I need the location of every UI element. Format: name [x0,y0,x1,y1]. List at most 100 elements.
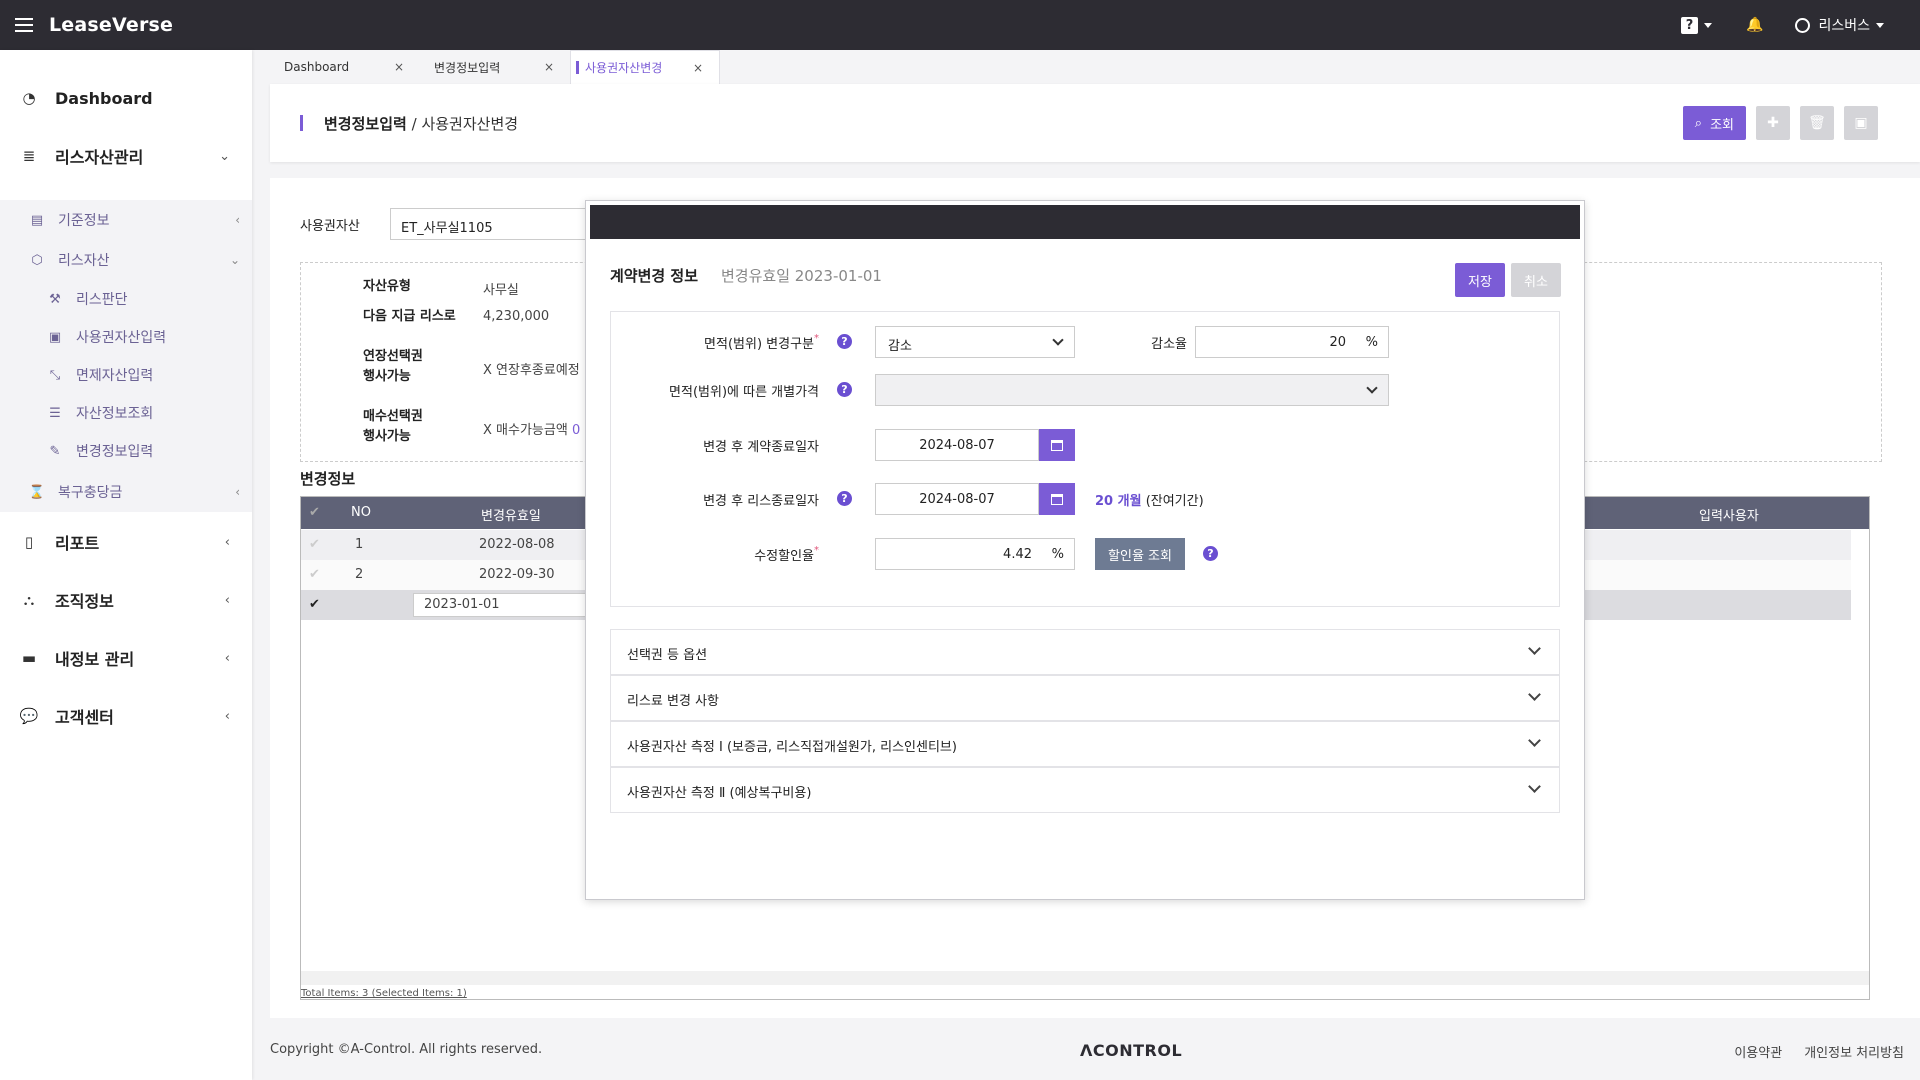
floppy-icon: ▣ [1854,115,1868,131]
area-change-label: 면적(범위) 변경구분* [651,333,819,352]
accordion-title: 선택권 등 옵션 [627,648,708,663]
accordion-title: 사용권자산 측정 Ⅱ (예상복구비용) [627,786,812,801]
sidebar-item-lease-asset-mgmt[interactable]: ≣ 리스자산관리 ⌄ [0,138,252,174]
sidebar-item-label: 변경정보입력 [76,444,154,460]
next-pay-value: 4,230,000 [483,309,550,324]
close-icon[interactable]: × [544,60,554,74]
row-eff-date-input[interactable]: 2023-01-01 [413,593,593,617]
sidebar-item-change-input[interactable]: ✎ 변경정보입력 [0,432,252,470]
file-icon: ▯ [24,533,34,551]
search-button[interactable]: ⌕ 조회 [1682,106,1746,140]
rate-inquiry-button[interactable]: 할인율 조회 [1095,538,1185,570]
hamburger-menu-icon[interactable] [15,18,33,32]
change-section-title: 변경정보 [300,470,356,488]
horizontal-scrollbar[interactable] [301,971,1869,985]
chat-icon: 💬 [19,707,39,725]
accordion-rou-measure-1[interactable]: 사용권자산 측정 Ⅰ (보증금, 리스직접개설원가, 리스인센티브) [610,721,1560,767]
search-button-label: 조회 [1710,117,1734,133]
sidebar-item-asset-inquiry[interactable]: ☰ 자산정보조회 [0,394,252,432]
sidebar-item-customer-center[interactable]: 💬 고객센터 ‹ [0,698,252,734]
accordion-options[interactable]: 선택권 등 옵션 [610,629,1560,675]
sidebar-item-exempt-input[interactable]: ⤡ 면제자산입력 [0,356,252,394]
hourglass-icon: ⌛ [28,484,46,500]
help-icon[interactable]: ? [837,334,852,349]
sidebar: ◔ Dashboard ≣ 리스자산관리 ⌄ ▤ 기준정보 ‹ ⬡ 리스자산 ⌄… [0,50,252,1080]
close-icon[interactable]: × [693,61,703,75]
tab-dashboard[interactable]: Dashboard × [270,50,420,84]
buy-option-value: X 매수가능금액 0 [483,419,580,438]
sidebar-item-lease-asset[interactable]: ⬡ 리스자산 ⌄ [0,240,252,280]
add-button[interactable]: ✚ [1756,106,1790,140]
help-icon[interactable]: ? [837,382,852,397]
sidebar-item-label: 리스판단 [76,292,128,308]
calendar-button[interactable] [1039,483,1075,515]
required-mark: * [814,545,819,556]
sidebar-item-my-info[interactable]: ▬ 내정보 관리 ‹ [0,640,252,676]
contract-end-input[interactable]: 2024-08-07 [875,429,1039,461]
row-no: 1 [355,537,364,552]
row-checkbox[interactable]: ✔ [309,567,320,582]
chevron-left-icon: ‹ [235,213,240,227]
discount-rate-value: 4.42 [1003,547,1032,562]
buy-option-label: 매수선택권 행사가능 [363,407,423,447]
privacy-link[interactable]: 개인정보 처리방침 [1804,1042,1904,1061]
individual-price-select[interactable] [875,374,1389,406]
brand-logo[interactable]: LeaseVerse [49,14,173,36]
accordion-rou-measure-2[interactable]: 사용권자산 측정 Ⅱ (예상복구비용) [610,767,1560,813]
modal-titlebar[interactable] [590,205,1580,239]
area-change-select[interactable]: 감소 [875,326,1075,358]
sidebar-item-base-info[interactable]: ▤ 기준정보 ‹ [0,200,252,240]
sidebar-item-rou-input[interactable]: ▣ 사용권자산입력 [0,318,252,356]
sidebar-item-label: 조직정보 [55,592,114,611]
sidebar-item-dashboard[interactable]: ◔ Dashboard [0,80,252,116]
buy-option-label-line1: 매수선택권 [363,409,423,424]
terms-link[interactable]: 이용약관 [1734,1042,1782,1061]
discount-rate-label: 수정할인율* [631,545,819,564]
decrease-rate-input[interactable]: 20 % [1195,326,1389,358]
sidebar-item-org-info[interactable]: ⛬ 조직정보 ‹ [0,582,252,618]
chevron-left-icon: ‹ [235,485,240,499]
sidebar-item-lease-judgement[interactable]: ⚒ 리스판단 [0,280,252,318]
row-eff-date: 2022-09-30 [479,567,555,582]
lease-end-input[interactable]: 2024-08-07 [875,483,1039,515]
sidebar-item-label: 리포트 [55,534,100,553]
copyright-text: Copyright ©A-Control. All rights reserve… [270,1042,543,1057]
grid-header-check[interactable]: ✔ [309,505,320,520]
row-checkbox[interactable]: ✔ [309,537,320,552]
percent-unit: % [1051,547,1064,562]
sidebar-item-restoration[interactable]: ⌛ 복구충당금 ‹ [0,472,252,512]
asset-input[interactable]: ET_사무실1105 [390,208,590,240]
ext-option-label: 연장선택권 행사가능 [363,347,423,387]
accordion-lease-payment-change[interactable]: 리스료 변경 사항 [610,675,1560,721]
close-icon[interactable]: × [394,60,404,74]
breadcrumb-sub: 사용권자산변경 [421,115,519,133]
modal-title: 계약변경 정보 [610,267,699,285]
help-icon[interactable]: ? [837,491,852,506]
calendar-button[interactable] [1039,429,1075,461]
help-icon[interactable]: ? [1203,546,1218,561]
tab-rou-change[interactable]: 사용권자산변경 × [570,50,720,84]
bell-icon[interactable]: 🔔 [1746,17,1763,33]
help-icon: ? [1681,16,1699,34]
sidebar-item-report[interactable]: ▯ 리포트 ‹ [0,524,252,560]
row-no: 2 [355,567,364,582]
help-button[interactable]: ? [1681,16,1713,34]
grid-header-no: NO [351,505,371,520]
chevron-down-icon [1052,334,1064,346]
contract-change-modal: 계약변경 정보 변경유효일 2023-01-01 저장 취소 면적(범위) 변경… [585,200,1585,900]
chevron-down-icon [1876,22,1884,28]
save-icon-button[interactable]: ▣ [1844,106,1878,140]
user-menu[interactable]: 리스버스 [1795,15,1884,35]
discount-rate-input[interactable]: 4.42 % [875,538,1075,570]
tab-change-input[interactable]: 변경정보입력 × [420,50,570,84]
title-accent-bar [300,115,303,131]
save-button[interactable]: 저장 [1455,263,1505,297]
sidebar-item-label: 복구충당금 [58,485,123,501]
lease-end-label: 변경 후 리스종료일자 [703,494,819,509]
gavel-icon: ⚒ [49,291,61,307]
cancel-button[interactable]: 취소 [1511,263,1561,297]
chevron-down-icon [1528,734,1541,747]
delete-button[interactable]: 🗑 [1800,106,1834,140]
compress-icon: ⤡ [49,367,61,383]
row-checkbox[interactable]: ✔ [309,597,320,612]
